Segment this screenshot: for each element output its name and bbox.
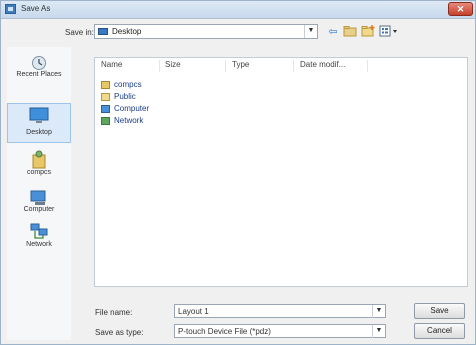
save-as-type-select[interactable]: P-touch Device File (*pdz) ▼ xyxy=(174,324,386,338)
desktop-icon xyxy=(29,107,49,123)
save-in-value: Desktop xyxy=(112,27,142,36)
place-label: Recent Places xyxy=(16,71,62,78)
back-icon[interactable]: ⇦ xyxy=(325,25,341,39)
computer-icon xyxy=(30,190,46,205)
column-divider[interactable] xyxy=(159,60,160,72)
save-in-label: Save in: xyxy=(65,28,94,37)
save-as-type-label: Save as type: xyxy=(95,328,144,337)
chevron-down-icon[interactable]: ▼ xyxy=(304,25,317,38)
column-header-name[interactable]: Name xyxy=(101,60,122,69)
list-item-name: Network xyxy=(114,116,144,125)
cancel-button[interactable]: Cancel xyxy=(414,323,465,339)
column-divider[interactable] xyxy=(225,60,226,72)
chevron-down-icon[interactable]: ▼ xyxy=(372,305,385,318)
save-button[interactable]: Save xyxy=(414,303,465,319)
place-label: compcs xyxy=(26,169,52,176)
column-header-type[interactable]: Type xyxy=(232,60,249,69)
save-as-type-value: P-touch Device File (*pdz) xyxy=(178,327,271,336)
network-icon xyxy=(101,117,110,125)
file-name-label: File name: xyxy=(95,308,133,317)
views-icon xyxy=(379,25,397,37)
file-name-input[interactable]: Layout 1 ▼ xyxy=(174,304,386,318)
close-icon: ✕ xyxy=(456,4,465,14)
save-as-dialog: Save As ✕ Save in: Desktop ▼ ⇦ Recent Pl… xyxy=(0,0,476,345)
column-header-size[interactable]: Size xyxy=(165,60,181,69)
place-label: Network xyxy=(26,241,52,248)
desktop-icon xyxy=(98,28,108,35)
column-divider[interactable] xyxy=(293,60,294,72)
window-title: Save As xyxy=(21,4,51,13)
place-recent-places[interactable]: Recent Places xyxy=(7,55,71,91)
places-bar: Recent Places Desktop compcs Computer Ne… xyxy=(7,47,71,340)
save-as-window-icon xyxy=(5,4,16,14)
list-item-name: Computer xyxy=(114,104,150,113)
chevron-down-icon[interactable]: ▼ xyxy=(372,325,385,338)
up-folder-icon xyxy=(343,26,357,37)
user-folder-icon xyxy=(32,150,46,169)
file-list[interactable]: Name Size Type Date modif... compcs Publ… xyxy=(94,57,468,287)
place-label: Computer xyxy=(23,206,55,213)
column-header-date-modified[interactable]: Date modif... xyxy=(300,60,345,69)
network-icon xyxy=(30,223,48,239)
user-folder-icon xyxy=(101,81,110,89)
close-button[interactable]: ✕ xyxy=(448,2,473,16)
place-network[interactable]: Network xyxy=(7,223,71,259)
computer-icon xyxy=(101,105,110,113)
new-folder-button[interactable] xyxy=(360,25,376,39)
column-divider[interactable] xyxy=(367,60,368,72)
views-menu-button[interactable] xyxy=(379,25,399,39)
title-bar[interactable]: Save As ✕ xyxy=(1,1,475,19)
save-in-dropdown[interactable]: Desktop ▼ xyxy=(94,24,318,39)
new-folder-icon xyxy=(361,25,375,37)
file-name-value: Layout 1 xyxy=(178,307,209,316)
folder-icon xyxy=(101,93,110,101)
place-label: Desktop xyxy=(26,129,52,136)
place-compcs[interactable]: compcs xyxy=(7,149,71,185)
list-item-name: compcs xyxy=(114,80,142,89)
place-desktop[interactable]: Desktop xyxy=(7,103,71,143)
list-item-name: Public xyxy=(114,92,136,101)
place-computer[interactable]: Computer xyxy=(7,190,71,226)
up-folder-button[interactable] xyxy=(342,25,358,39)
recent-places-icon xyxy=(32,56,46,70)
